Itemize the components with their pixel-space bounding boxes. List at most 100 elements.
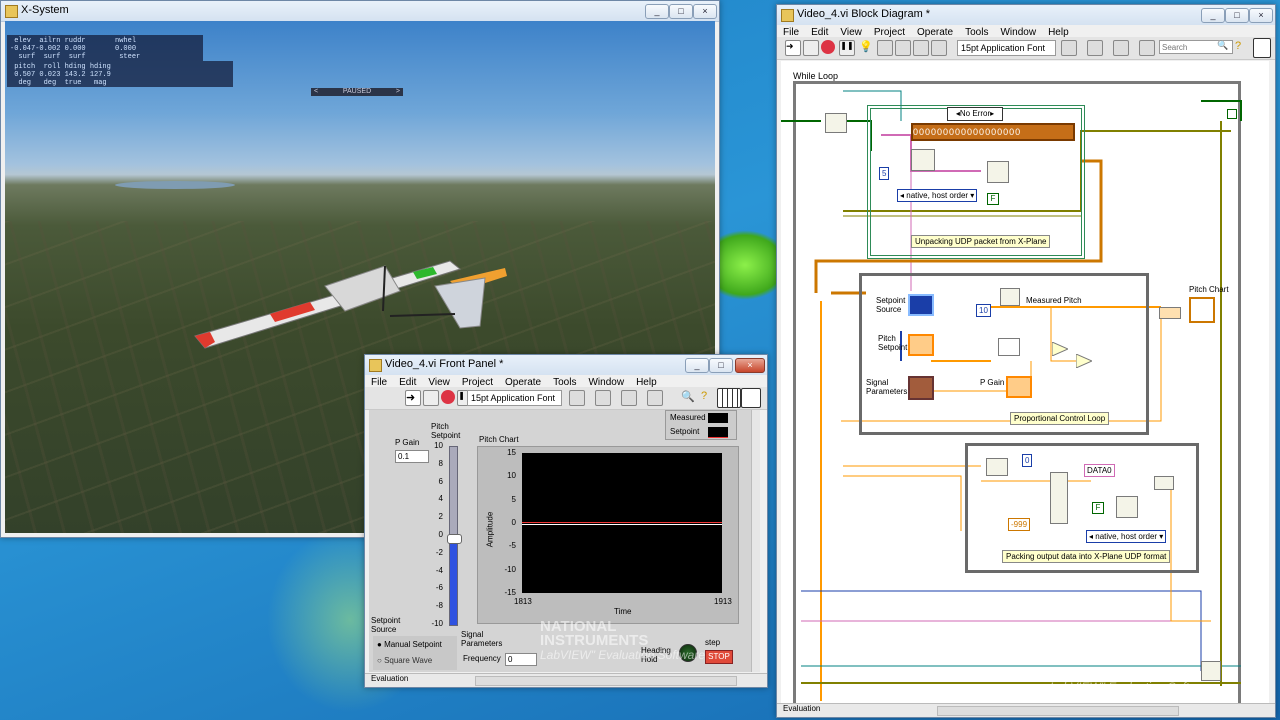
num-const-10[interactable]: 10 — [976, 304, 991, 317]
clean-up-icon[interactable] — [1139, 40, 1155, 56]
bd-font-selector[interactable]: 15pt Application Font — [957, 40, 1056, 56]
font-selector[interactable]: 15pt Application Font — [467, 390, 562, 406]
radio-manual-setpoint[interactable]: ● Manual Setpoint — [377, 640, 442, 649]
vi-icon[interactable] — [741, 388, 761, 408]
abort-icon[interactable] — [441, 390, 455, 404]
watermark-line2-bd: INSTRUMENTS — [1050, 664, 1159, 681]
stop-button[interactable]: STOP — [705, 650, 733, 664]
bool-array-constant[interactable]: 000000000000000000 — [911, 123, 1075, 141]
frequency-input[interactable]: 0 — [505, 653, 537, 666]
bd-search-icon[interactable]: 🔍 — [1217, 40, 1231, 54]
distribute-icon[interactable] — [595, 390, 611, 406]
block-diagram-canvas[interactable]: While Loop ◂No Error▸ 000000000000000000… — [781, 61, 1269, 711]
highlight-execution-icon[interactable]: 💡 — [859, 40, 873, 54]
legend-measured-swatch[interactable] — [708, 413, 728, 423]
bd-horizontal-scrollbar[interactable] — [937, 706, 1179, 716]
bd-maximize-button[interactable]: □ — [1225, 8, 1249, 23]
help-icon[interactable]: ? — [701, 390, 715, 404]
bd-run-icon[interactable]: ➜ — [785, 40, 801, 56]
setpoint-source-terminal[interactable] — [908, 294, 934, 316]
concat-node[interactable] — [1154, 476, 1174, 490]
xsystem-titlebar[interactable]: X-System _ □ × — [1, 1, 719, 22]
bd-help-icon[interactable]: ? — [1235, 40, 1249, 54]
block-diagram-titlebar[interactable]: Video_4.vi Block Diagram * _ □ × — [777, 5, 1275, 26]
step-out-icon[interactable] — [931, 40, 947, 56]
bd-run-continuous-icon[interactable] — [803, 40, 819, 56]
num-const-neg999[interactable]: -999 — [1008, 518, 1031, 531]
bd-pause-icon[interactable]: ❚❚ — [839, 40, 855, 56]
bd-align-icon[interactable] — [1061, 40, 1077, 56]
chart-plot-area[interactable] — [522, 453, 722, 593]
pitch-setpoint-slider-knob[interactable] — [447, 534, 462, 545]
resize-icon[interactable] — [621, 390, 637, 406]
build-array-node[interactable] — [1159, 307, 1181, 319]
p-gain-terminal[interactable] — [1006, 376, 1032, 398]
byte-order-enum-2[interactable]: ◂ native, host order ▾ — [1086, 530, 1167, 543]
bd-reorder-icon[interactable] — [1113, 40, 1129, 56]
fp-horizontal-scrollbar[interactable] — [475, 676, 737, 686]
case-structure-unpack[interactable]: ◂No Error▸ 000000000000000000 5 ◂ native… — [867, 105, 1085, 259]
pitch-setpoint-terminal[interactable] — [908, 334, 934, 356]
bd-statusbar: Evaluation — [777, 703, 1275, 717]
radio-square-wave[interactable]: ○ Square Wave — [377, 656, 432, 665]
fp-minimize-button[interactable]: _ — [685, 358, 709, 373]
signal-generator-node[interactable] — [998, 338, 1020, 356]
udp-read-node[interactable] — [825, 113, 847, 133]
unbundle-node[interactable] — [911, 149, 935, 171]
pitch-chart[interactable]: Amplitude 1813 1913 Time 15 10 5 0 -5 -10 -15 — [477, 446, 739, 624]
caption-pack: Packing output data into X-Plane UDP for… — [1002, 550, 1171, 563]
false-const-2[interactable]: F — [1092, 502, 1104, 514]
step-into-icon[interactable] — [895, 40, 911, 56]
multiply-node[interactable] — [1076, 354, 1092, 368]
num-const-5[interactable]: 5 — [879, 167, 890, 180]
fp-maximize-button[interactable]: □ — [709, 358, 733, 373]
paused-left-arrow[interactable]: < — [314, 88, 318, 96]
step-over-icon[interactable] — [913, 40, 929, 56]
build-array-pack-node[interactable] — [1050, 472, 1068, 524]
bd-distribute-icon[interactable] — [1087, 40, 1103, 56]
search-icon[interactable]: 🔍 — [681, 390, 695, 404]
bd-minimize-button[interactable]: _ — [1201, 8, 1225, 23]
p-gain-input[interactable]: 0.1 — [395, 450, 429, 463]
pack-unbundle-node[interactable] — [986, 458, 1008, 476]
bd-close-button[interactable]: × — [1249, 8, 1273, 23]
signal-params-terminal[interactable] — [908, 376, 934, 400]
flat-sequence-pcl[interactable]: Setpoint Source 10 Measured Pitch Pitch … — [859, 273, 1149, 435]
flatten-node[interactable] — [1116, 496, 1138, 518]
align-icon[interactable] — [569, 390, 585, 406]
fp-vertical-scrollbar[interactable] — [751, 410, 760, 672]
run-continuous-icon[interactable] — [423, 390, 439, 406]
pitch-chart-terminal[interactable] — [1189, 297, 1215, 323]
front-panel-titlebar[interactable]: Video_4.vi Front Panel * _ □ × — [365, 355, 767, 376]
select-node[interactable] — [1000, 288, 1020, 306]
connector-pane-icon[interactable] — [717, 388, 741, 408]
subtract-node[interactable] — [1052, 342, 1068, 356]
byte-order-enum-1[interactable]: ◂ native, host order ▾ — [897, 189, 978, 202]
reorder-icon[interactable] — [647, 390, 663, 406]
paused-indicator[interactable]: < PAUSED > — [311, 88, 403, 96]
false-const-1[interactable]: F — [987, 193, 999, 205]
pitch-setpoint-slider-track[interactable] — [447, 446, 462, 626]
bd-abort-icon[interactable] — [821, 40, 835, 54]
retain-wire-values-icon[interactable] — [877, 40, 893, 56]
paused-right-arrow[interactable]: > — [396, 88, 400, 96]
radio-manual-label: Manual Setpoint — [384, 640, 442, 649]
case-selector[interactable]: ◂No Error▸ — [947, 107, 1003, 121]
slider-tick-label: 4 — [438, 494, 443, 504]
flat-sequence-pack[interactable]: 0 DATA0 F -999 ◂ native, host order ▾ Pa… — [965, 443, 1199, 573]
num-const-0[interactable]: 0 — [1022, 454, 1033, 467]
bd-vi-icon[interactable] — [1253, 38, 1271, 58]
legend-setpoint-swatch[interactable] — [708, 427, 728, 438]
x-axis-max: 1913 — [714, 597, 732, 606]
block-diagram-window[interactable]: Video_4.vi Block Diagram * _ □ × File Edi… — [776, 4, 1276, 718]
data-string-const[interactable]: DATA0 — [1084, 464, 1115, 477]
loop-stop-terminal[interactable] — [1227, 109, 1237, 119]
fp-close-button[interactable]: × — [735, 358, 765, 373]
close-button[interactable]: × — [693, 4, 717, 19]
y-tick-label: -15 — [504, 588, 516, 597]
setpoint-source-radio: ● Manual Setpoint ○ Square Wave — [373, 636, 457, 670]
unflatten-node[interactable] — [987, 161, 1009, 183]
run-arrow-icon[interactable]: ➜ — [405, 390, 421, 406]
maximize-button[interactable]: □ — [669, 4, 693, 19]
minimize-button[interactable]: _ — [645, 4, 669, 19]
